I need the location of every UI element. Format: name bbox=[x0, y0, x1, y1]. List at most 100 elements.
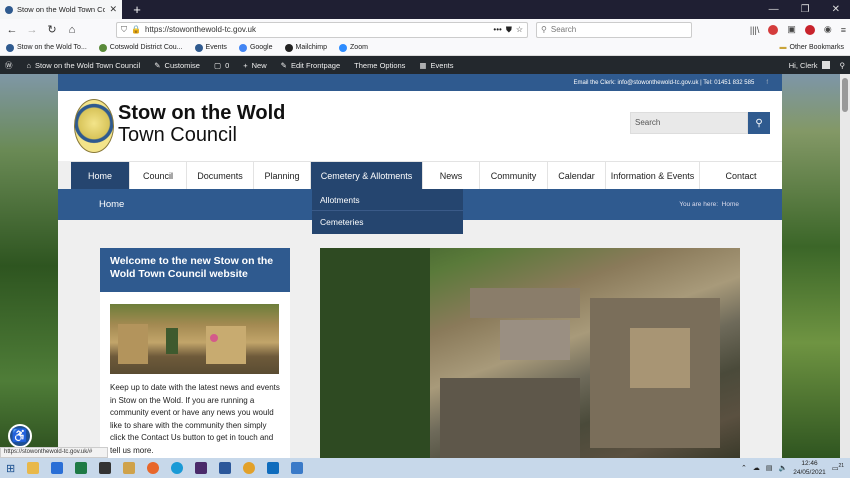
paint-icon[interactable] bbox=[123, 462, 136, 474]
bookmark-events[interactable]: Events bbox=[194, 43, 227, 52]
clock[interactable]: 12:46 24/05/2021 bbox=[793, 459, 826, 477]
dropbox-icon[interactable] bbox=[51, 462, 64, 474]
close-tab-icon[interactable]: ✕ bbox=[109, 4, 117, 15]
url-text: https://stowonthewold-tc.gov.uk bbox=[144, 25, 256, 34]
menu-calendar[interactable]: Calendar bbox=[548, 162, 606, 190]
bookmark-google[interactable]: Google bbox=[238, 43, 273, 52]
market-square bbox=[500, 320, 570, 360]
address-bar[interactable]: ⛉ 🔒 https://stowonthewold-tc.gov.uk ••• … bbox=[116, 21, 528, 38]
maximize-icon[interactable]: ❐ bbox=[801, 4, 810, 15]
building-roof bbox=[470, 288, 580, 318]
avatar bbox=[821, 61, 830, 69]
admin-theme-options[interactable]: Theme Options bbox=[354, 61, 405, 70]
edge-icon[interactable] bbox=[171, 462, 184, 474]
minimize-icon[interactable]: — bbox=[769, 4, 779, 15]
network-icon[interactable]: ▤ bbox=[766, 464, 773, 472]
account-icon[interactable]: ◉ bbox=[824, 24, 832, 35]
reload-icon[interactable]: ↻ bbox=[44, 22, 60, 38]
menu-news[interactable]: News bbox=[423, 162, 480, 190]
home-icon[interactable]: ⌂ bbox=[64, 22, 80, 38]
admin-customise[interactable]: ✎ Customise bbox=[154, 61, 200, 70]
media-icon[interactable] bbox=[195, 462, 208, 474]
new-tab-button[interactable]: + bbox=[130, 2, 144, 17]
menu-cemetery-allotments[interactable]: Cemetery & Allotments bbox=[311, 162, 423, 190]
notifications-icon[interactable]: ▭21 bbox=[832, 463, 844, 472]
container-icon[interactable]: ▣ bbox=[787, 24, 796, 35]
leaf-icon bbox=[98, 43, 107, 52]
building-roof bbox=[440, 378, 580, 458]
search-icon: ⚲ bbox=[755, 117, 763, 129]
accessibility-icon: ♿ bbox=[11, 428, 29, 443]
addon-red-icon[interactable] bbox=[768, 24, 779, 35]
menu-community[interactable]: Community bbox=[480, 162, 548, 190]
browser-tab[interactable]: Stow on the Wold Town Counc ✕ bbox=[0, 0, 122, 19]
dropdown-allotments[interactable]: Allotments bbox=[312, 189, 463, 211]
page-actions-icon[interactable]: ••• bbox=[493, 25, 501, 34]
shield-icon: ⛉ bbox=[121, 24, 127, 34]
dashboard-icon: ⌂ bbox=[26, 60, 32, 70]
admin-search-icon[interactable]: ⚲ bbox=[840, 61, 846, 70]
menu-contact[interactable]: Contact bbox=[700, 162, 782, 190]
bookmark-cotswold[interactable]: Cotswold District Cou... bbox=[98, 43, 183, 52]
wordpress-logo-icon[interactable]: Ⓦ bbox=[5, 60, 13, 71]
other-bookmarks[interactable]: ▬ Other Bookmarks bbox=[780, 44, 844, 51]
cottage-wall bbox=[118, 324, 148, 364]
store-icon[interactable] bbox=[99, 462, 112, 474]
menu-planning[interactable]: Planning bbox=[254, 162, 311, 190]
cloud-icon[interactable]: ☁ bbox=[753, 464, 760, 472]
accessibility-button[interactable]: ♿ bbox=[8, 424, 32, 448]
menu-home[interactable]: Home bbox=[71, 162, 130, 190]
brush-icon: ✎ bbox=[154, 60, 161, 70]
forward-icon[interactable]: → bbox=[24, 22, 40, 38]
browser-tab-bar: Stow on the Wold Town Counc ✕ + — ❐ ✕ bbox=[0, 0, 850, 19]
pocket-icon[interactable]: ⛊ bbox=[506, 25, 512, 35]
cottage-door bbox=[166, 328, 178, 354]
site-search-input[interactable]: Search bbox=[630, 112, 748, 134]
bookmark-zoom[interactable]: Zoom bbox=[339, 43, 368, 52]
pinterest-icon[interactable] bbox=[804, 24, 815, 35]
admin-site-link[interactable]: ⌂ Stow on the Wold Town Council bbox=[27, 61, 141, 70]
admin-account[interactable]: Hi, Clerk bbox=[789, 61, 830, 70]
browser-search-input[interactable]: ⚲ Search bbox=[536, 21, 692, 38]
chrome-icon[interactable] bbox=[243, 462, 256, 474]
admin-edit[interactable]: ✎ Edit Frontpage bbox=[281, 61, 341, 70]
you-are-here-label: You are here: bbox=[679, 201, 719, 208]
facebook-icon[interactable]: f bbox=[766, 80, 768, 86]
site-search-button[interactable]: ⚲ bbox=[748, 112, 770, 134]
excel-icon[interactable] bbox=[75, 462, 88, 474]
bookmark-star-icon[interactable]: ☆ bbox=[516, 25, 523, 34]
menu-icon[interactable]: ≡ bbox=[841, 25, 846, 35]
file-explorer-icon[interactable] bbox=[27, 462, 40, 474]
volume-icon[interactable]: 🔈 bbox=[779, 464, 788, 472]
tab-title: Stow on the Wold Town Counc bbox=[17, 5, 106, 14]
admin-new[interactable]: + New bbox=[243, 61, 266, 70]
menu-information-events[interactable]: Information & Events bbox=[606, 162, 700, 190]
word-icon[interactable] bbox=[219, 462, 232, 474]
lock-icon: 🔒 bbox=[131, 25, 141, 34]
plus-icon: + bbox=[243, 60, 248, 70]
scrollbar-thumb[interactable] bbox=[842, 78, 848, 112]
contact-text[interactable]: Email the Clerk: info@stowonthewold-tc.g… bbox=[573, 80, 754, 86]
chevron-up-icon[interactable]: ⌃ bbox=[741, 464, 747, 472]
page-scrollbar[interactable] bbox=[840, 74, 850, 458]
site-title-line2: Town Council bbox=[118, 124, 237, 146]
photos-icon[interactable] bbox=[291, 462, 304, 474]
menu-documents[interactable]: Documents bbox=[187, 162, 254, 190]
bookmark-mailchimp[interactable]: Mailchimp bbox=[284, 43, 327, 52]
welcome-title: Welcome to the new Stow on the Wold Town… bbox=[100, 248, 290, 292]
breadcrumb-home[interactable]: Home bbox=[722, 201, 739, 208]
back-icon[interactable]: ← bbox=[4, 22, 20, 38]
dropdown-cemeteries[interactable]: Cemeteries bbox=[312, 211, 463, 233]
firefox-icon[interactable] bbox=[147, 462, 160, 474]
close-window-icon[interactable]: ✕ bbox=[832, 4, 840, 15]
start-icon[interactable]: ⊞ bbox=[6, 462, 15, 475]
admin-comments[interactable]: ▢ 0 bbox=[214, 61, 229, 70]
council-logo[interactable] bbox=[74, 99, 114, 153]
admin-events[interactable]: ▦ Events bbox=[419, 61, 453, 70]
page-title: Home bbox=[99, 199, 125, 210]
site-title[interactable]: Stow on the Wold Town Council bbox=[118, 102, 285, 146]
menu-council[interactable]: Council bbox=[130, 162, 187, 190]
outlook-icon[interactable] bbox=[267, 462, 280, 474]
library-icon[interactable]: |||\ bbox=[750, 25, 760, 35]
bookmark-stow[interactable]: Stow on the Wold To... bbox=[6, 43, 87, 52]
